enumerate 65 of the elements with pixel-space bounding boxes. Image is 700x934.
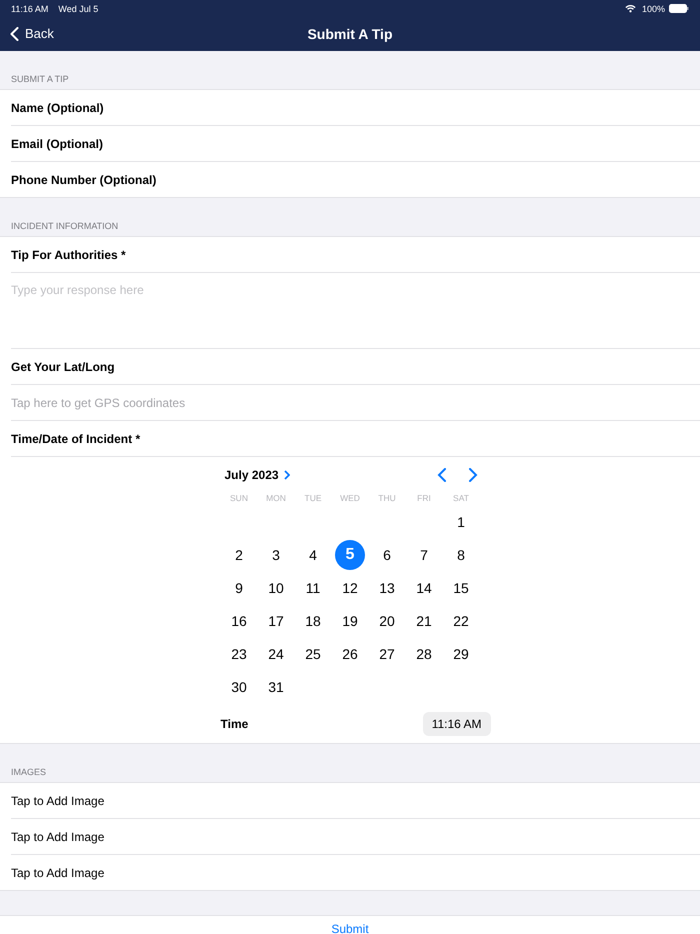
field-label: Phone Number (Optional) bbox=[11, 172, 156, 186]
field-label: Tip For Authorities * bbox=[11, 248, 126, 262]
calendar-day[interactable]: 3 bbox=[261, 540, 291, 570]
time-picker[interactable]: 11:16 AM bbox=[422, 712, 490, 736]
nav-title: Submit A Tip bbox=[307, 26, 393, 42]
weekday-label: MON bbox=[265, 493, 287, 503]
status-date: Wed Jul 5 bbox=[58, 4, 98, 14]
calendar-day[interactable]: 5 bbox=[335, 540, 365, 570]
calendar-day[interactable]: 15 bbox=[446, 572, 476, 602]
weekday-label: SAT bbox=[452, 493, 470, 503]
battery-percent: 100% bbox=[642, 4, 665, 14]
calendar-day[interactable]: 9 bbox=[224, 572, 254, 602]
calendar-day[interactable]: 30 bbox=[224, 672, 254, 702]
section-header: IMAGES bbox=[11, 767, 46, 777]
calendar-day[interactable]: 17 bbox=[261, 606, 291, 636]
calendar-day[interactable]: 18 bbox=[298, 606, 328, 636]
calendar-day[interactable]: 27 bbox=[372, 638, 402, 668]
calendar-day[interactable]: 23 bbox=[224, 638, 254, 668]
calendar-day[interactable]: 11 bbox=[298, 572, 328, 602]
calendar-day[interactable]: 4 bbox=[298, 540, 328, 570]
calendar-day[interactable]: 25 bbox=[298, 638, 328, 668]
previous-month-button[interactable] bbox=[436, 468, 446, 482]
calendar-day[interactable]: 26 bbox=[335, 638, 365, 668]
add-image-button[interactable]: Tap to Add Image bbox=[11, 794, 104, 808]
chevron-right-icon bbox=[284, 470, 290, 480]
submit-button[interactable]: Submit bbox=[331, 922, 369, 934]
calendar-day[interactable]: 21 bbox=[409, 606, 439, 636]
calendar-day[interactable]: 16 bbox=[224, 606, 254, 636]
calendar-day[interactable]: 12 bbox=[335, 572, 365, 602]
calendar-day[interactable]: 20 bbox=[372, 606, 402, 636]
section-header: INCIDENT INFORMATION bbox=[11, 221, 118, 231]
section-header: SUBMIT A TIP bbox=[11, 74, 69, 84]
field-label: Get Your Lat/Long bbox=[11, 360, 115, 374]
calendar-day[interactable]: 19 bbox=[335, 606, 365, 636]
calendar-day[interactable]: 7 bbox=[409, 540, 439, 570]
calendar-day[interactable]: 1 bbox=[446, 506, 476, 536]
time-label: Time bbox=[220, 717, 248, 731]
calendar-day[interactable]: 8 bbox=[446, 540, 476, 570]
calendar-day[interactable]: 29 bbox=[446, 638, 476, 668]
weekday-label: WED bbox=[339, 493, 361, 503]
back-chevron-icon bbox=[10, 26, 19, 40]
status-time: 11:16 AM bbox=[11, 4, 48, 14]
weekday-label: THU bbox=[377, 493, 397, 503]
calendar-day[interactable]: 31 bbox=[261, 672, 291, 702]
field-label: Email (Optional) bbox=[11, 136, 104, 150]
month-picker[interactable]: July 2023 bbox=[224, 468, 279, 482]
calendar-day[interactable]: 24 bbox=[261, 638, 291, 668]
calendar-day[interactable]: 2 bbox=[224, 540, 254, 570]
calendar-day[interactable]: 22 bbox=[446, 606, 476, 636]
calendar-day[interactable]: 6 bbox=[372, 540, 402, 570]
battery-icon bbox=[669, 4, 689, 13]
wifi-icon bbox=[624, 4, 636, 13]
back-button[interactable]: Back bbox=[10, 26, 54, 41]
add-image-button[interactable]: Tap to Add Image bbox=[11, 830, 104, 844]
field-label: Name (Optional) bbox=[11, 100, 104, 114]
weekday-label: FRI bbox=[416, 493, 432, 503]
calendar-day[interactable]: 28 bbox=[409, 638, 439, 668]
calendar-day[interactable]: 14 bbox=[409, 572, 439, 602]
next-month-button[interactable] bbox=[468, 468, 478, 482]
calendar-day[interactable]: 10 bbox=[261, 572, 291, 602]
weekday-label: SUN bbox=[229, 493, 249, 503]
weekday-label: TUE bbox=[304, 493, 322, 503]
field-label: Time/Date of Incident * bbox=[11, 432, 140, 446]
calendar-day[interactable]: 13 bbox=[372, 572, 402, 602]
add-image-button[interactable]: Tap to Add Image bbox=[11, 866, 104, 880]
